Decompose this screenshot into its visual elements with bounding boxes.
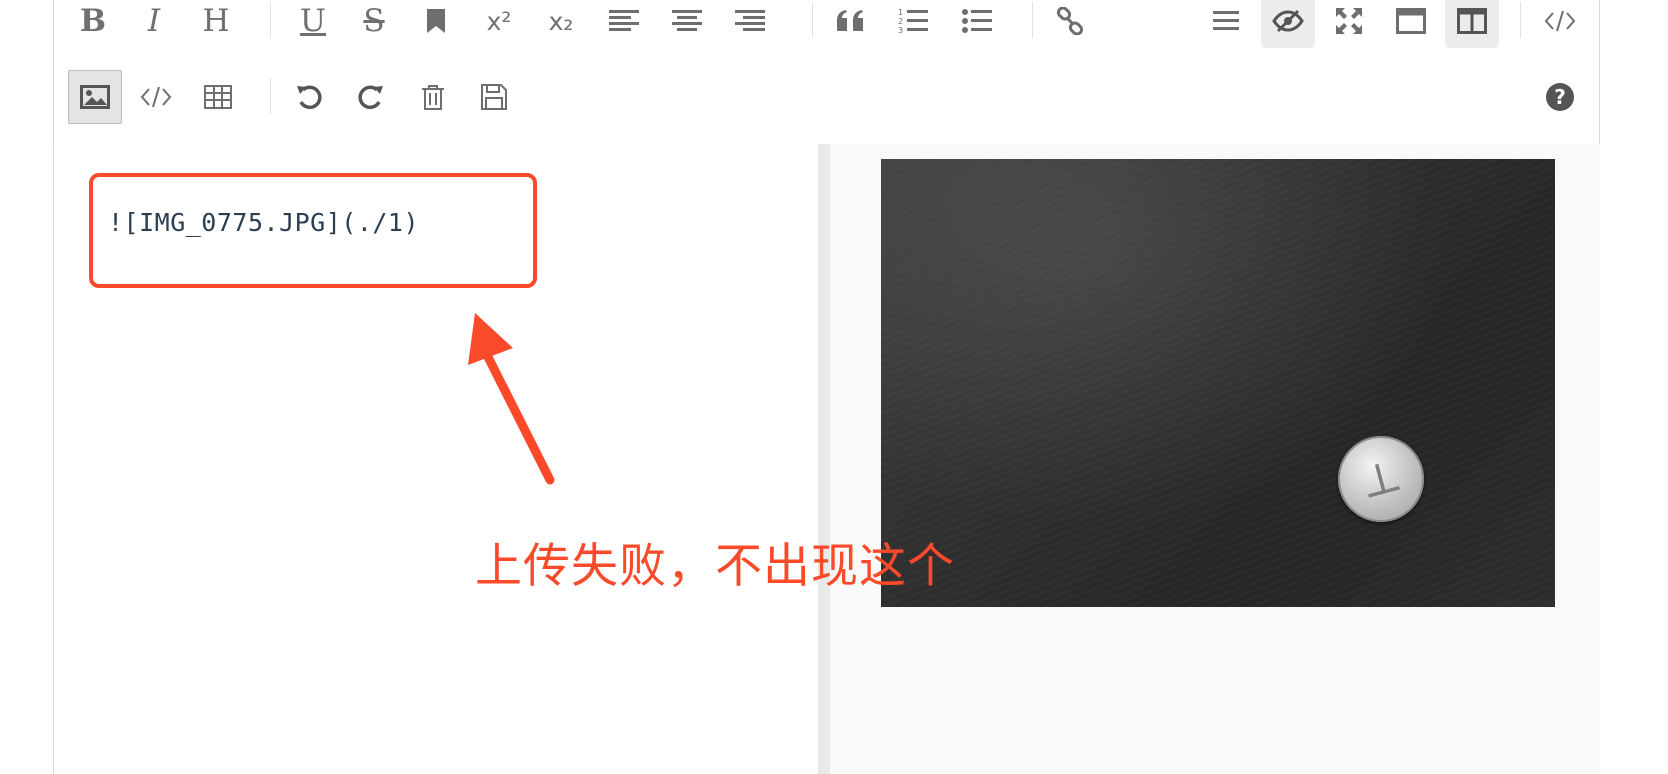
toggle-preview-button[interactable] [1261, 0, 1315, 48]
italic-icon: I [147, 2, 161, 39]
heading-icon: H [202, 2, 230, 39]
save-button[interactable] [467, 70, 521, 124]
align-right-button[interactable] [723, 0, 777, 48]
link-button[interactable] [1043, 0, 1097, 48]
redo-button[interactable] [344, 70, 398, 124]
quote-button[interactable] [824, 0, 878, 48]
fullscreen-icon [1336, 8, 1362, 34]
italic-button[interactable]: I [127, 0, 181, 48]
coin: ⊥ [1338, 436, 1424, 522]
html-code-button[interactable] [1533, 0, 1587, 48]
window-icon [1396, 8, 1426, 34]
menu-button[interactable] [1199, 0, 1253, 48]
highlight-box [89, 173, 537, 288]
subscript-button[interactable]: x₂ [534, 0, 588, 48]
save-icon [481, 84, 507, 110]
help-icon: ? [1546, 83, 1574, 111]
toolbar-separator [812, 2, 813, 38]
unordered-list-icon [962, 9, 992, 33]
align-right-icon [735, 10, 765, 31]
toolbar-separator [270, 78, 271, 114]
code-block-button[interactable] [129, 70, 183, 124]
strikethrough-icon: S [363, 2, 385, 39]
split-view-button[interactable] [1445, 0, 1499, 48]
preview-image: ⊥ [881, 159, 1555, 607]
window-button[interactable] [1384, 0, 1438, 48]
heading-button[interactable]: H [189, 0, 243, 48]
toolbar-separator [270, 2, 271, 38]
redo-icon [358, 85, 383, 110]
trash-icon [422, 85, 444, 110]
eye-slash-icon [1272, 9, 1304, 33]
ordered-list-icon: 123 [898, 8, 928, 34]
delete-button[interactable] [406, 70, 460, 124]
menu-icon [1213, 11, 1239, 30]
svg-text:2: 2 [898, 17, 903, 26]
pane-divider[interactable] [818, 144, 830, 774]
align-left-icon [609, 10, 639, 31]
quote-icon [837, 10, 863, 31]
undo-icon [297, 85, 322, 110]
bold-button[interactable]: B [66, 0, 120, 48]
annotation-text: 上传失败，不出现这个 [475, 539, 955, 594]
superscript-icon: x² [486, 6, 512, 36]
image-upload-button[interactable] [68, 70, 122, 124]
coin-mark-icon: ⊥ [1354, 449, 1408, 509]
bookmark-icon [427, 9, 445, 33]
undo-button[interactable] [282, 70, 336, 124]
underline-icon: U [299, 2, 327, 39]
toolbar-separator [1520, 2, 1521, 38]
fullscreen-button[interactable] [1322, 0, 1376, 48]
bookmark-button[interactable] [409, 0, 463, 48]
strikethrough-button[interactable]: S [347, 0, 401, 48]
split-view-icon [1457, 8, 1487, 34]
ordered-list-button[interactable]: 123 [886, 0, 940, 48]
align-left-button[interactable] [597, 0, 651, 48]
unordered-list-button[interactable] [950, 0, 1004, 48]
svg-text:1: 1 [898, 8, 903, 17]
toolbar-row-2: ? [54, 70, 1599, 130]
toolbar-row-1: B I H U S x² x₂ 1 2 3 [54, 0, 1599, 54]
table-button[interactable] [191, 70, 245, 124]
svg-text:?: ? [1554, 85, 1566, 109]
superscript-button[interactable]: x² [472, 0, 526, 48]
table-icon [204, 85, 232, 109]
image-icon [80, 85, 110, 109]
link-icon [1056, 7, 1084, 35]
toolbar-separator [1032, 2, 1033, 38]
align-center-icon [672, 10, 702, 31]
code-icon [1544, 10, 1576, 32]
underline-button[interactable]: U [286, 0, 340, 48]
toolbar: B I H U S x² x₂ 1 2 3 ? [54, 0, 1599, 145]
help-button[interactable]: ? [1533, 70, 1587, 124]
subscript-icon: x₂ [548, 6, 574, 36]
code-block-icon [140, 86, 172, 108]
bold-icon: B [79, 2, 107, 39]
svg-text:3: 3 [898, 26, 903, 34]
align-center-button[interactable] [660, 0, 714, 48]
